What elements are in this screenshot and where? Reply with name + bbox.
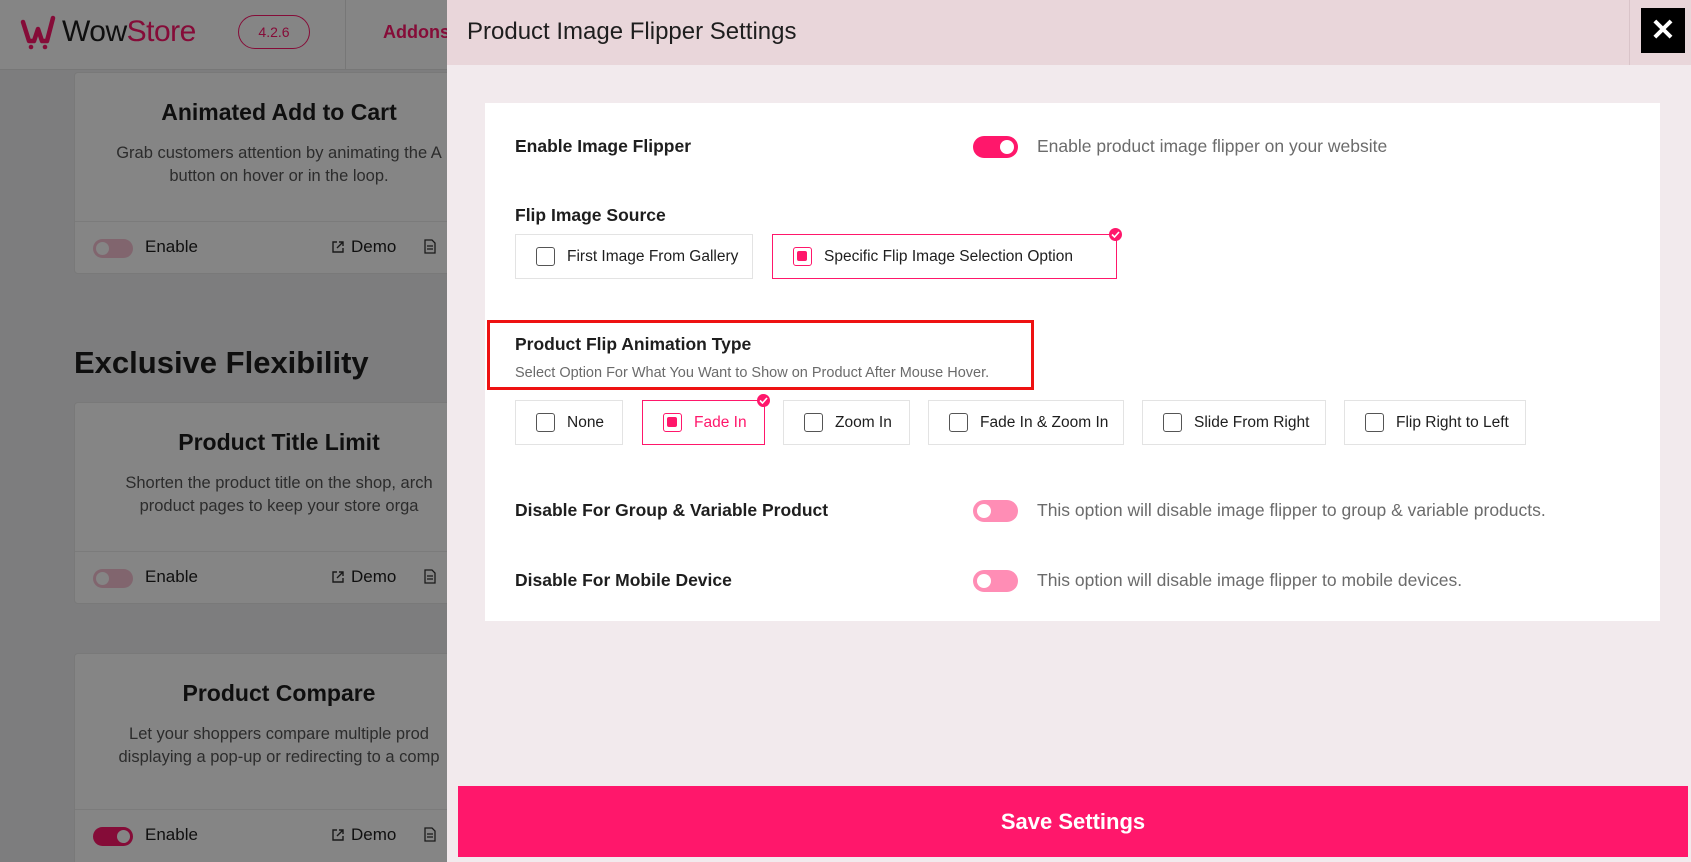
selected-check-icon bbox=[757, 394, 770, 407]
option-none[interactable]: None bbox=[515, 400, 623, 445]
option-zoom-in[interactable]: Zoom In bbox=[783, 400, 910, 445]
enable-flipper-description: Enable product image flipper on your web… bbox=[1037, 136, 1388, 156]
disable-mobile-description: This option will disable image flipper t… bbox=[1037, 570, 1463, 590]
disable-mobile-label: Disable For Mobile Device bbox=[515, 570, 732, 590]
enable-flipper-toggle[interactable] bbox=[973, 136, 1018, 158]
close-icon: ✕ bbox=[1650, 14, 1676, 47]
enable-flipper-label: Enable Image Flipper bbox=[515, 136, 692, 156]
save-settings-button[interactable]: Save Settings bbox=[458, 786, 1688, 857]
drawer-header: Product Image Flipper Settings ✕ bbox=[447, 0, 1691, 65]
header-divider bbox=[1629, 0, 1630, 65]
disable-group-toggle[interactable] bbox=[973, 500, 1018, 522]
option-fade-in[interactable]: Fade In bbox=[642, 394, 770, 445]
settings-drawer: Product Image Flipper Settings ✕ Enable … bbox=[447, 0, 1691, 862]
option-specific-flip-image[interactable]: Specific Flip Image Selection Option bbox=[772, 228, 1122, 279]
disable-group-description: This option will disable image flipper t… bbox=[1037, 500, 1546, 520]
option-fade-in-zoom-in[interactable]: Fade In & Zoom In bbox=[928, 400, 1124, 445]
checkbox-checked-icon bbox=[663, 413, 682, 432]
selected-check-icon bbox=[1109, 228, 1122, 241]
highlight-annotation bbox=[487, 320, 1034, 390]
checkbox-icon bbox=[949, 413, 968, 432]
option-slide-from-right[interactable]: Slide From Right bbox=[1142, 400, 1326, 445]
checkbox-icon bbox=[1365, 413, 1384, 432]
option-first-image-from-gallery[interactable]: First Image From Gallery bbox=[515, 234, 753, 279]
disable-mobile-toggle[interactable] bbox=[973, 570, 1018, 592]
close-button[interactable]: ✕ bbox=[1641, 8, 1685, 53]
checkbox-checked-icon bbox=[793, 247, 812, 266]
checkbox-icon bbox=[1163, 413, 1182, 432]
checkbox-icon bbox=[804, 413, 823, 432]
disable-group-label: Disable For Group & Variable Product bbox=[515, 500, 829, 520]
checkbox-icon bbox=[536, 247, 555, 266]
flip-source-label: Flip Image Source bbox=[515, 205, 666, 225]
checkbox-icon bbox=[536, 413, 555, 432]
option-flip-right-to-left[interactable]: Flip Right to Left bbox=[1344, 400, 1526, 445]
drawer-title: Product Image Flipper Settings bbox=[467, 18, 797, 45]
